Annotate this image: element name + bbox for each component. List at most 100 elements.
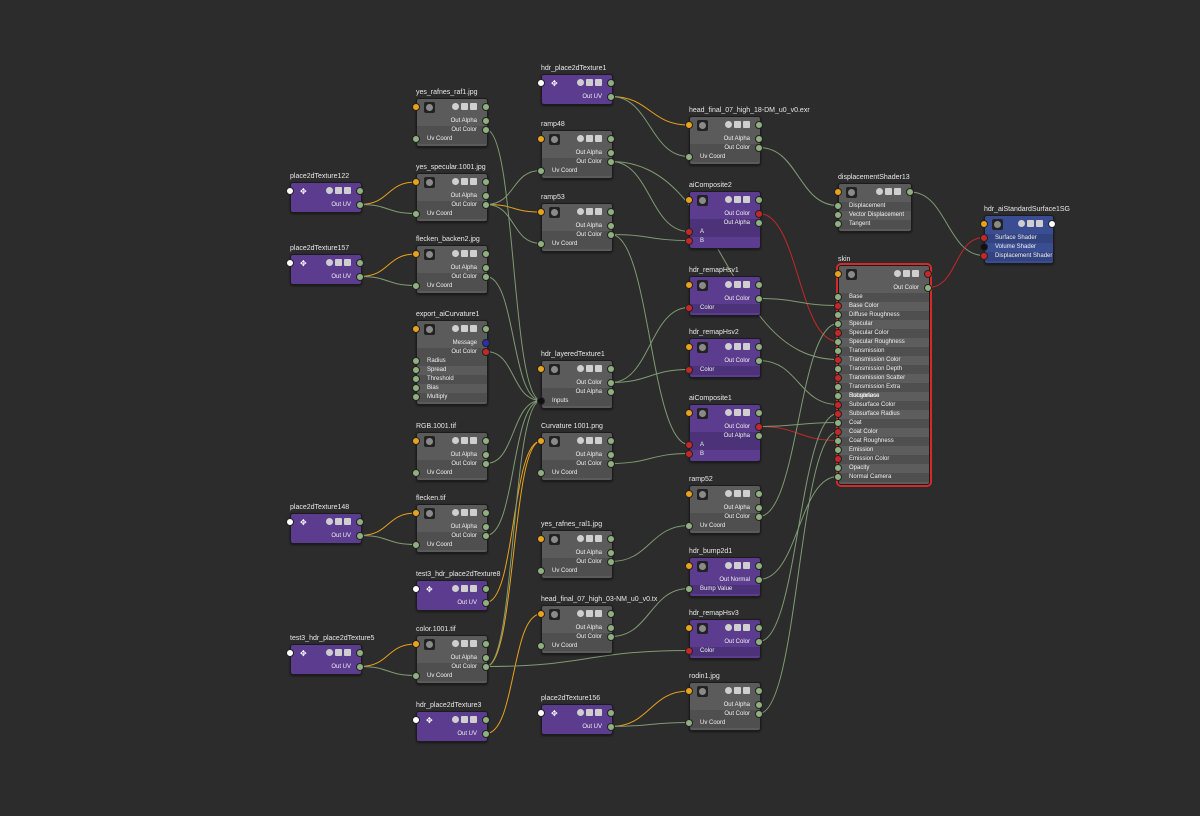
node-output-port[interactable] bbox=[755, 409, 763, 417]
collapse-icon[interactable] bbox=[461, 325, 468, 332]
attribute-toggle-icon[interactable] bbox=[326, 518, 333, 525]
input-port[interactable] bbox=[412, 671, 420, 680]
attribute-toggle-icon[interactable] bbox=[326, 187, 333, 194]
attribute-toggle-icon[interactable] bbox=[725, 409, 732, 416]
output-port[interactable] bbox=[482, 531, 490, 540]
list-view-icon[interactable] bbox=[595, 535, 602, 542]
input-port[interactable] bbox=[685, 440, 693, 449]
output-port-row[interactable]: Out Alpha bbox=[542, 222, 612, 231]
output-port-row[interactable]: Out Color bbox=[542, 379, 612, 388]
node-input-port[interactable] bbox=[412, 250, 420, 258]
connection-wire[interactable] bbox=[610, 234, 690, 241]
collapse-icon[interactable] bbox=[461, 250, 468, 257]
node-test3_hdr_place2dTexture8[interactable]: ✥ Out UV bbox=[416, 580, 488, 611]
node-header[interactable] bbox=[985, 216, 1053, 234]
list-view-icon[interactable] bbox=[595, 365, 602, 372]
connection-wire[interactable] bbox=[485, 204, 542, 244]
output-port-row[interactable]: Out Color bbox=[417, 126, 487, 135]
node-place2dTexture122[interactable]: ✥ Out UV bbox=[290, 182, 362, 213]
list-view-icon[interactable] bbox=[743, 409, 750, 416]
node-input-port[interactable] bbox=[685, 343, 693, 351]
node-header[interactable] bbox=[839, 266, 929, 284]
output-port[interactable] bbox=[482, 263, 490, 272]
list-view-icon[interactable] bbox=[344, 259, 351, 266]
connection-wire[interactable] bbox=[485, 613, 542, 734]
output-port[interactable] bbox=[482, 459, 490, 468]
input-port-row[interactable]: Uv Coord bbox=[542, 469, 612, 478]
output-port[interactable] bbox=[755, 700, 763, 709]
node-hdr_remapHsv3[interactable]: Out Color Color bbox=[689, 619, 761, 659]
input-port-row[interactable]: Diffuse Roughness bbox=[839, 311, 929, 320]
input-port[interactable] bbox=[685, 236, 693, 245]
input-port-row[interactable]: Subsurface Color bbox=[839, 401, 929, 410]
input-port-row[interactable]: Surface Shader bbox=[985, 234, 1053, 243]
output-port-row[interactable]: Out Alpha bbox=[690, 135, 760, 144]
connection-wire[interactable] bbox=[485, 276, 542, 401]
node-header[interactable] bbox=[417, 321, 487, 339]
connection-wire[interactable] bbox=[758, 413, 839, 642]
collapse-icon[interactable] bbox=[461, 437, 468, 444]
list-view-icon[interactable] bbox=[894, 188, 901, 195]
attribute-toggle-icon[interactable] bbox=[577, 208, 584, 215]
collapse-icon[interactable] bbox=[903, 270, 910, 277]
node-skin[interactable]: Out Color Base Base Color Diffuse Roughness… bbox=[836, 263, 932, 487]
connection-wire[interactable] bbox=[485, 170, 542, 205]
node-input-port[interactable] bbox=[537, 709, 545, 717]
input-port-row[interactable]: Transmission bbox=[839, 347, 929, 356]
list-view-icon[interactable] bbox=[595, 135, 602, 142]
input-port-row[interactable]: Base Color bbox=[839, 302, 929, 311]
output-port-row[interactable]: Out Color bbox=[417, 532, 487, 541]
input-port-row[interactable]: Color bbox=[690, 647, 760, 656]
node-output-port[interactable] bbox=[607, 79, 615, 87]
input-port[interactable] bbox=[834, 292, 842, 301]
collapse-icon[interactable] bbox=[734, 409, 741, 416]
collapse-icon[interactable] bbox=[734, 196, 741, 203]
attribute-toggle-icon[interactable] bbox=[577, 79, 584, 86]
output-port-row[interactable]: Out Color bbox=[417, 201, 487, 210]
input-port[interactable] bbox=[834, 427, 842, 436]
node-input-port[interactable] bbox=[537, 437, 545, 445]
connection-wire[interactable] bbox=[485, 129, 542, 401]
input-port-row[interactable]: Uv Coord bbox=[690, 522, 760, 531]
connection-wire[interactable] bbox=[485, 400, 542, 667]
input-port-row[interactable]: Subsurface Radius bbox=[839, 410, 929, 419]
attribute-toggle-icon[interactable] bbox=[725, 196, 732, 203]
input-port-row[interactable]: B bbox=[690, 237, 760, 246]
node-flecken[interactable]: Out Alpha Out Color Uv Coord bbox=[416, 504, 488, 553]
connection-wire[interactable] bbox=[758, 422, 839, 427]
attribute-toggle-icon[interactable] bbox=[452, 716, 459, 723]
list-view-icon[interactable] bbox=[470, 640, 477, 647]
node-hdr_bump2d1[interactable]: Out Normal Bump Value bbox=[689, 557, 761, 597]
output-port-row[interactable]: Message bbox=[417, 339, 487, 348]
output-port[interactable] bbox=[482, 125, 490, 134]
input-port-row[interactable]: Emission bbox=[839, 446, 929, 455]
input-port-row[interactable]: Uv Coord bbox=[417, 541, 487, 550]
node-input-port[interactable] bbox=[685, 196, 693, 204]
node-input-port[interactable] bbox=[834, 188, 842, 196]
input-port[interactable] bbox=[412, 356, 420, 365]
input-port-row[interactable]: Multiply bbox=[417, 393, 487, 402]
connection-wire[interactable] bbox=[359, 666, 417, 676]
node-output-port[interactable] bbox=[482, 585, 490, 593]
attribute-toggle-icon[interactable] bbox=[577, 135, 584, 142]
output-port-row[interactable]: Out Alpha bbox=[417, 523, 487, 532]
node-place2dTexture157[interactable]: ✥ Out UV bbox=[290, 254, 362, 285]
node-test3_hdr_place2dTexture5[interactable]: ✥ Out UV bbox=[290, 644, 362, 675]
output-port[interactable] bbox=[482, 598, 490, 607]
input-port[interactable] bbox=[685, 449, 693, 458]
input-port[interactable] bbox=[412, 365, 420, 374]
node-header[interactable] bbox=[417, 99, 487, 117]
output-port[interactable] bbox=[607, 557, 615, 566]
output-port-row[interactable]: Out Alpha bbox=[690, 432, 760, 441]
input-port-row[interactable]: Coat Roughness bbox=[839, 437, 929, 446]
input-port[interactable] bbox=[980, 233, 988, 242]
output-port-row[interactable]: Out UV bbox=[291, 201, 361, 210]
connection-wire[interactable] bbox=[927, 237, 985, 288]
output-port-row[interactable]: Out Alpha bbox=[542, 388, 612, 397]
output-port[interactable] bbox=[482, 347, 490, 356]
collapse-icon[interactable] bbox=[461, 716, 468, 723]
collapse-icon[interactable] bbox=[734, 121, 741, 128]
node-header[interactable]: ✥ bbox=[291, 255, 361, 273]
attribute-toggle-icon[interactable] bbox=[1018, 220, 1025, 227]
input-port[interactable] bbox=[834, 445, 842, 454]
